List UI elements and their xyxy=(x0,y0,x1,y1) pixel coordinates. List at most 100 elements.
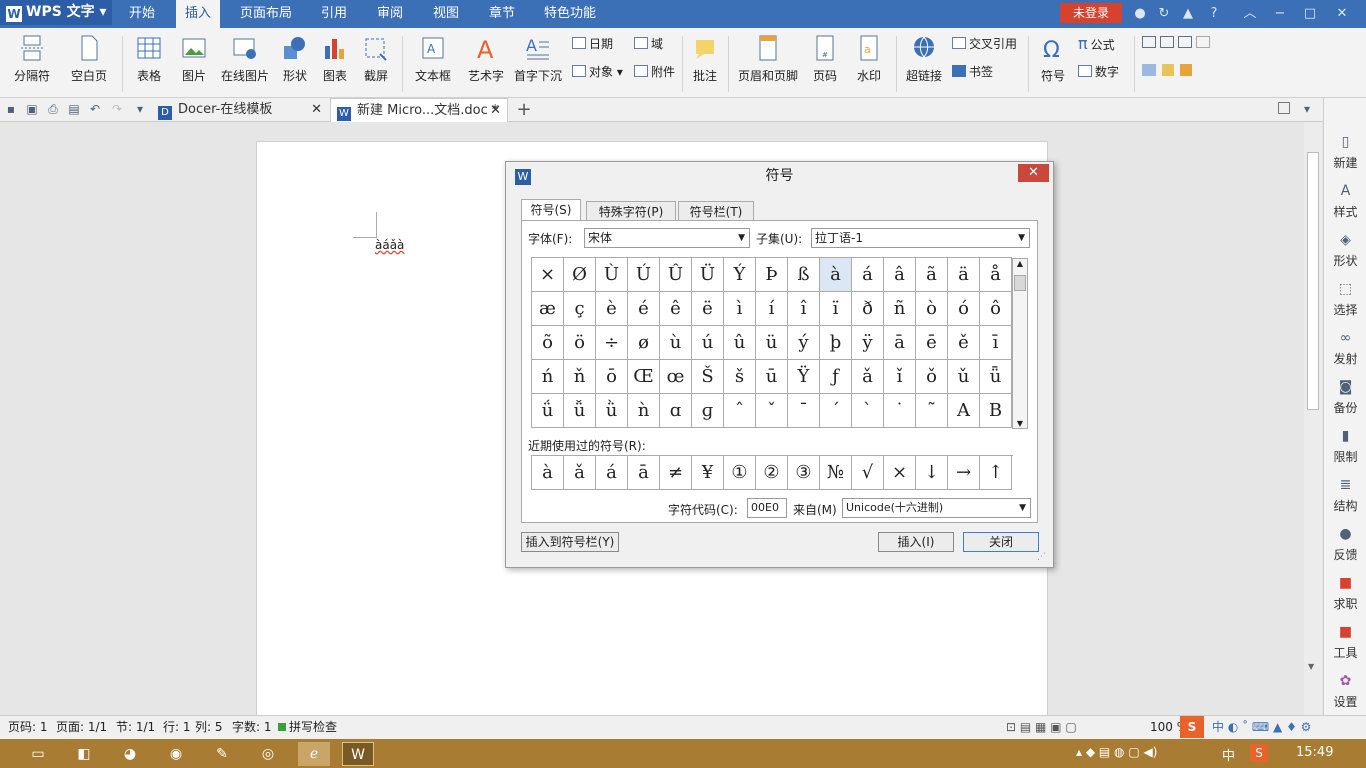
symbol-cell[interactable]: ñ xyxy=(884,292,916,326)
symbol-cell[interactable]: ï xyxy=(820,292,852,326)
shirt-icon[interactable]: ▲ xyxy=(1178,4,1198,24)
screenshot-button[interactable]: 截屏 xyxy=(356,34,396,94)
symbol-cell[interactable]: Þ xyxy=(756,258,788,292)
doc-tab-docer[interactable]: D Docer-在线模板 ✕ xyxy=(152,98,328,122)
vertical-scrollbar[interactable]: ▼ xyxy=(1304,122,1322,715)
close-icon[interactable]: ✕ xyxy=(490,99,501,123)
symbol-cell[interactable]: û xyxy=(724,326,756,360)
online-picture-button[interactable]: 在线图片 xyxy=(218,34,272,94)
number-button[interactable]: 数字 xyxy=(1078,62,1119,82)
symbol-cell[interactable]: ê xyxy=(660,292,692,326)
ime-toolbar[interactable]: 中 ◐ ˚ ⌨ ▲ ♦ ⚙ xyxy=(1212,716,1311,738)
textfield-icon[interactable] xyxy=(1142,36,1156,48)
ie-icon[interactable]: ℯ xyxy=(298,742,330,766)
dropdown-icon[interactable] xyxy=(1178,36,1192,48)
tab-view[interactable]: 视图 xyxy=(424,0,468,28)
symbol-cell[interactable]: ƒ xyxy=(820,360,852,394)
chrome-icon[interactable]: ◎ xyxy=(252,742,284,766)
paint-icon[interactable]: ✎ xyxy=(206,742,238,766)
symbol-cell[interactable]: ˉ xyxy=(788,394,820,428)
symbol-grid-scrollbar[interactable]: ▲ ▼ xyxy=(1012,258,1028,429)
symbol-cell[interactable]: è xyxy=(596,292,628,326)
chart-button[interactable]: 图表 xyxy=(318,34,352,94)
tray-icons[interactable]: ▴ ◆ ▤ ◍ ▢ ◀) xyxy=(1076,745,1157,759)
symbol-cell[interactable]: ǐ xyxy=(884,360,916,394)
panel-feedback[interactable]: ● 反馈 xyxy=(1324,526,1366,563)
recent-symbol-cell[interactable]: ↑ xyxy=(980,456,1012,490)
shapes-button[interactable]: 形状 xyxy=(276,34,314,94)
symbol-cell[interactable]: œ xyxy=(660,360,692,394)
panel-tools[interactable]: ■ 工具 xyxy=(1324,624,1366,661)
bookmark-button[interactable]: 书签 xyxy=(952,62,993,82)
symbol-cell[interactable]: ˋ xyxy=(852,394,884,428)
date-button[interactable]: 日期 xyxy=(572,34,613,54)
panel-backup[interactable]: ◙ 备份 xyxy=(1324,379,1366,416)
field-button[interactable]: 域 xyxy=(634,34,663,54)
symbol-cell[interactable]: ǹ xyxy=(628,394,660,428)
panel-structure[interactable]: ≣ 结构 xyxy=(1324,477,1366,514)
table-button[interactable]: 表格 xyxy=(128,34,170,94)
symbol-cell[interactable]: ÿ xyxy=(852,326,884,360)
symbol-cell[interactable]: Ü xyxy=(692,258,724,292)
symbol-cell[interactable]: ā xyxy=(884,326,916,360)
page-number-button[interactable]: # 页码 xyxy=(804,34,846,94)
symbol-cell[interactable]: ǘ xyxy=(532,394,564,428)
form-tools-group[interactable] xyxy=(1142,64,1202,80)
symbol-cell[interactable]: ä xyxy=(948,258,980,292)
comment-button[interactable]: 批注 xyxy=(688,34,722,94)
recent-symbol-cell[interactable]: × xyxy=(884,456,916,490)
textbox-button[interactable]: A 文本框 xyxy=(408,34,458,94)
symbol-cell[interactable]: ě xyxy=(948,326,980,360)
equation-button[interactable]: π 公式 xyxy=(1078,34,1115,54)
header-footer-button[interactable]: 页眉和页脚 xyxy=(736,34,800,94)
eraser-icon[interactable] xyxy=(1162,64,1174,76)
insert-button[interactable]: 插入(I) xyxy=(878,532,954,552)
symbol-cell[interactable]: ǒ xyxy=(916,360,948,394)
symbol-cell[interactable]: ɡ xyxy=(692,394,724,428)
symbol-cell[interactable]: ˊ xyxy=(820,394,852,428)
collapse-ribbon-icon[interactable]: ︿ xyxy=(1240,4,1260,24)
recent-symbol-cell[interactable]: ≠ xyxy=(660,456,692,490)
dialog-close-button[interactable]: ✕ xyxy=(1018,164,1049,182)
symbol-cell[interactable]: ˆ xyxy=(724,394,756,428)
chevron-down-icon[interactable]: ▾ xyxy=(133,102,147,116)
explorer-icon[interactable]: ▭ xyxy=(22,742,54,766)
tab-symbols[interactable]: 符号(S) xyxy=(521,199,581,221)
symbol-cell[interactable]: ń xyxy=(532,360,564,394)
recent-symbol-cell[interactable]: ā xyxy=(628,456,660,490)
login-button[interactable]: 未登录 xyxy=(1060,3,1122,23)
symbol-cell[interactable]: Œ xyxy=(628,360,660,394)
panel-select[interactable]: ⬚ 选择 xyxy=(1324,281,1366,318)
symbol-cell[interactable]: ǎ xyxy=(852,360,884,394)
recent-symbol-cell[interactable]: ↓ xyxy=(916,456,948,490)
char-code-input[interactable]: 00E0 xyxy=(747,498,787,518)
scrollbar-thumb[interactable] xyxy=(1014,275,1026,291)
symbol-cell[interactable]: Ý xyxy=(724,258,756,292)
undo-icon[interactable]: ↶ xyxy=(88,102,102,116)
picture-button[interactable]: 图片 xyxy=(174,34,214,94)
tab-start[interactable]: 开始 xyxy=(120,0,164,28)
panel-restrict[interactable]: ▮ 限制 xyxy=(1324,428,1366,465)
symbol-cell[interactable]: ɑ xyxy=(660,394,692,428)
symbol-cell[interactable]: ß xyxy=(788,258,820,292)
print-icon[interactable]: ⎙ xyxy=(46,102,60,116)
symbol-cell[interactable]: B xyxy=(980,394,1012,428)
scrollbar-thumb[interactable] xyxy=(1307,152,1319,410)
symbol-cell[interactable]: Ø xyxy=(564,258,596,292)
tab-chapter[interactable]: 章节 xyxy=(480,0,524,28)
symbol-cell[interactable]: ø xyxy=(628,326,660,360)
symbol-cell[interactable]: ì xyxy=(724,292,756,326)
drop-cap-button[interactable]: A 首字下沉 xyxy=(512,34,564,94)
symbol-cell[interactable]: ÷ xyxy=(596,326,628,360)
symbol-cell[interactable]: ī xyxy=(980,326,1012,360)
design-mode-icon[interactable] xyxy=(1142,64,1156,76)
maximize-button[interactable]: □ xyxy=(1300,4,1320,24)
tray-ime[interactable]: 中 xyxy=(1222,745,1235,764)
insert-to-symbol-bar-button[interactable]: 插入到符号栏(Y) xyxy=(521,532,619,552)
page-break-button[interactable]: 分隔符 xyxy=(6,34,58,94)
tab-features[interactable]: 特色功能 xyxy=(538,0,602,28)
recent-symbol-cell[interactable]: № xyxy=(820,456,852,490)
symbol-cell[interactable]: í xyxy=(756,292,788,326)
symbol-cell[interactable]: × xyxy=(532,258,564,292)
help-icon[interactable]: ? xyxy=(1204,4,1224,24)
